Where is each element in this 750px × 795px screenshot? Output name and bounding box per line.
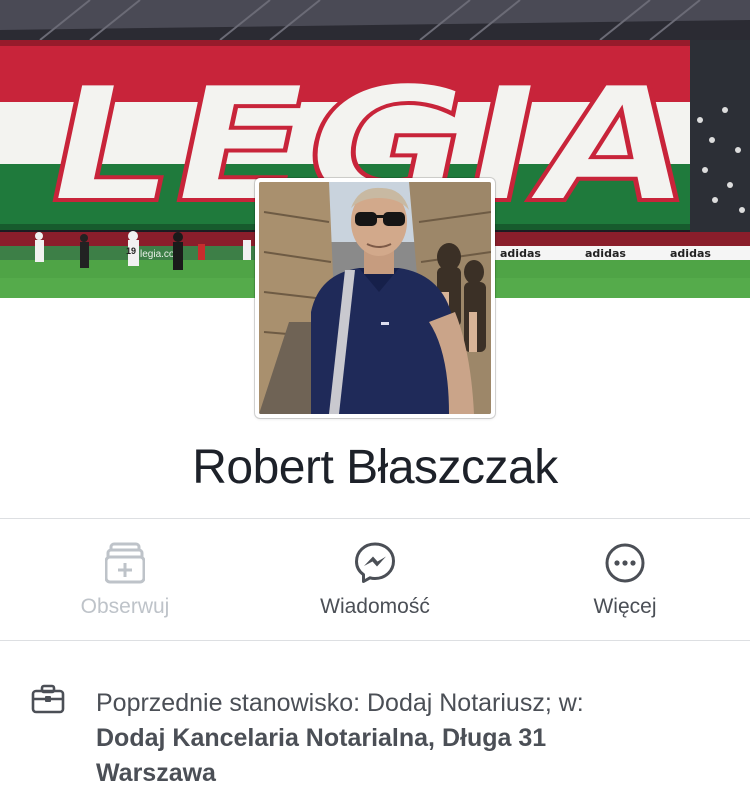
ad-board-2: adidas [585, 247, 626, 260]
profile-name: Robert Błaszczak [192, 441, 558, 494]
work-city-link[interactable]: Warszawa [96, 756, 736, 791]
follow-button[interactable]: Obserwuj [0, 538, 250, 628]
divider-bottom [0, 640, 750, 641]
briefcase-icon [31, 684, 65, 714]
follow-label: Obserwuj [80, 595, 170, 618]
message-label: Wiadomość [320, 595, 430, 618]
messenger-icon [355, 542, 395, 583]
message-button[interactable]: Wiadomość [250, 538, 500, 628]
divider-top [0, 518, 750, 519]
work-prefix: Poprzednie stanowisko: Dodaj Notariusz; … [96, 689, 584, 717]
ad-board-3: adidas [670, 247, 711, 260]
ad-board-1: adidas [500, 247, 541, 260]
work-company-link[interactable]: Dodaj Kancelaria Notarialna, Długa 31 [96, 721, 736, 756]
more-button[interactable]: Więcej [500, 538, 750, 628]
work-info: Poprzednie stanowisko: Dodaj Notariusz; … [96, 686, 736, 791]
profile-photo [259, 182, 491, 414]
profile-picture[interactable] [255, 178, 495, 418]
player-number: 19 [126, 246, 136, 256]
more-label: Więcej [593, 595, 657, 618]
follow-icon [105, 542, 145, 584]
more-icon [605, 543, 645, 583]
